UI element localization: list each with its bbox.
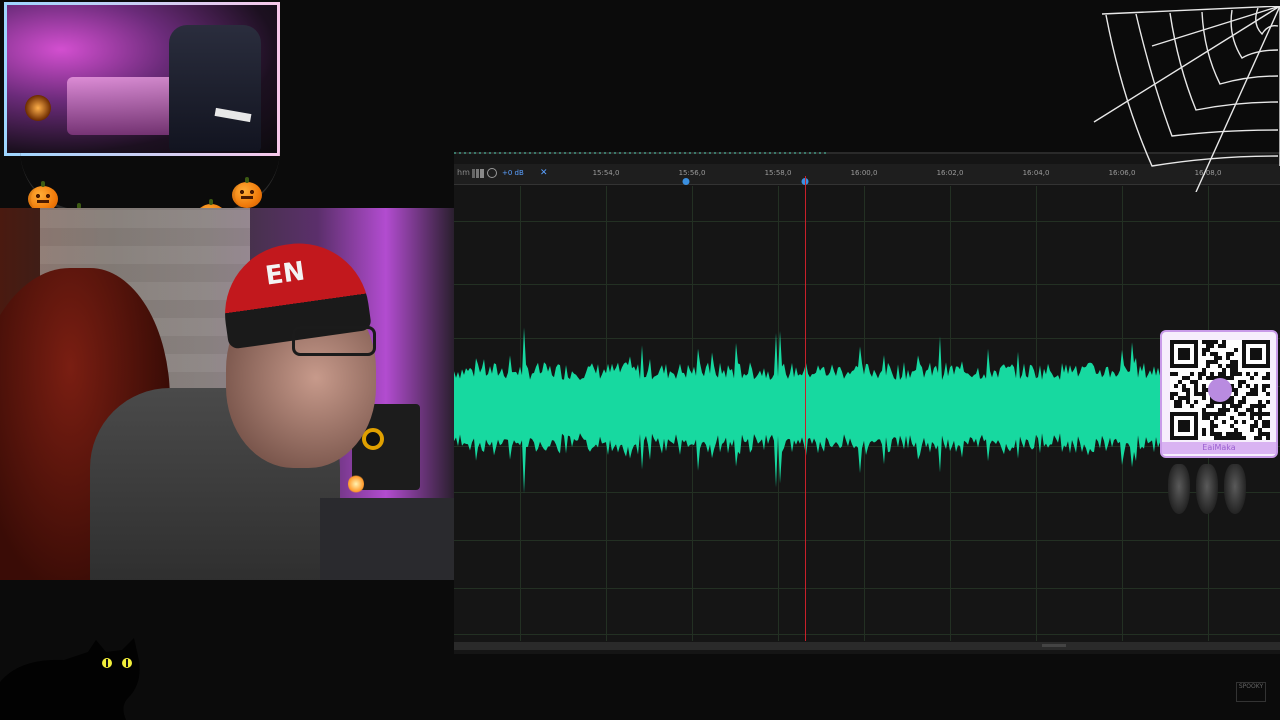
webcam-streamer: EN — [0, 208, 454, 580]
time-tick: 16:00,0 — [850, 169, 878, 177]
scrollbar-thumb[interactable] — [1042, 644, 1066, 647]
black-cat-icon — [0, 638, 140, 720]
time-tick: 15:56,0 — [678, 169, 706, 177]
audio-editor[interactable]: hm +0 dB ✕ 15:54,0 15:56,0 15:58,0 16:00… — [454, 152, 1280, 654]
overview-strip[interactable] — [454, 152, 826, 154]
room-lamp — [25, 95, 51, 121]
clock-icon[interactable] — [487, 168, 497, 178]
bat-icon — [1224, 464, 1246, 514]
playhead[interactable] — [805, 176, 806, 641]
desk — [320, 498, 454, 580]
level-bars-icon — [472, 169, 484, 178]
webcam-room-view — [4, 2, 280, 156]
time-tick: 15:58,0 — [764, 169, 792, 177]
cue-marker[interactable] — [682, 178, 690, 185]
horizontal-scrollbar[interactable] — [454, 642, 1280, 650]
cat-eye — [102, 658, 112, 668]
beanie-text: EN — [263, 256, 307, 292]
candle — [348, 474, 364, 494]
hanging-bats — [1166, 464, 1250, 520]
cat-eye — [122, 658, 132, 668]
room-chair — [169, 25, 261, 151]
db-readout[interactable]: +0 dB — [502, 169, 524, 177]
hm-label: hm — [457, 168, 470, 177]
glasses — [292, 326, 376, 356]
waveform-shape — [454, 327, 1160, 494]
time-tick: 16:02,0 — [936, 169, 964, 177]
qr-code[interactable] — [1170, 340, 1270, 440]
qr-label: EaiMaka — [1162, 442, 1276, 454]
time-tick: 16:04,0 — [1022, 169, 1050, 177]
time-tick: 15:54,0 — [592, 169, 620, 177]
audio-waveform[interactable] — [454, 186, 1280, 641]
corner-logo: SPOOKY — [1236, 682, 1266, 702]
bat-icon — [1168, 464, 1190, 514]
pumpkin-icon — [232, 177, 262, 208]
spider-web-icon — [1093, 6, 1280, 192]
bat-icon — [1196, 464, 1218, 514]
qr-code-card[interactable]: EaiMaka — [1160, 330, 1278, 458]
pin-icon[interactable]: ✕ — [540, 168, 548, 178]
